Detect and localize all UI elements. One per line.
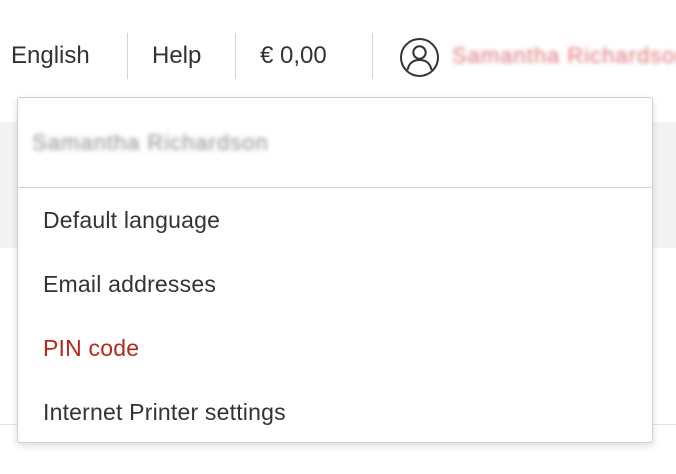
menu-item-pin-code[interactable]: PIN code bbox=[43, 330, 139, 366]
language-selector[interactable]: English bbox=[11, 38, 90, 74]
nav-separator bbox=[235, 33, 236, 79]
account-dropdown-menu: Samantha Richardson Default language Ema… bbox=[17, 97, 653, 443]
account-balance[interactable]: € 0,00 bbox=[260, 38, 327, 74]
menu-item-email-addresses[interactable]: Email addresses bbox=[43, 266, 216, 302]
top-navigation-bar: English Help € 0,00 Samantha Richardson bbox=[0, 0, 676, 110]
help-link[interactable]: Help bbox=[152, 38, 201, 74]
menu-item-internet-printer-settings[interactable]: Internet Printer settings bbox=[43, 394, 286, 430]
nav-separator bbox=[127, 33, 128, 79]
menu-item-default-language[interactable]: Default language bbox=[43, 202, 220, 238]
dropdown-account-header: Samantha Richardson bbox=[18, 98, 652, 188]
account-name: Samantha Richardson bbox=[32, 130, 269, 155]
user-account-menu-trigger[interactable]: Samantha Richardson bbox=[452, 38, 676, 74]
user-circle-icon[interactable] bbox=[399, 37, 440, 78]
nav-separator bbox=[372, 33, 373, 79]
